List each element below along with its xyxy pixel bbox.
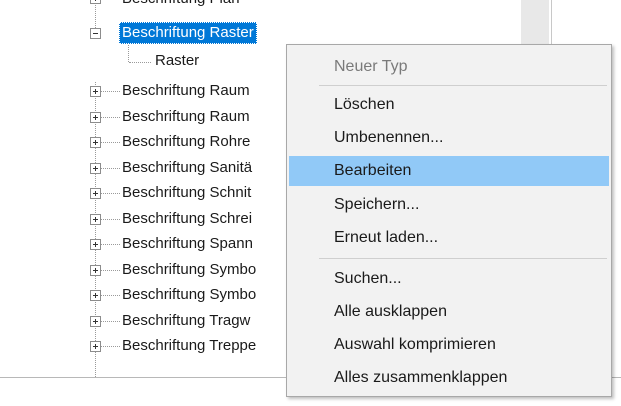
tree-connector [100,295,120,296]
menu-item-löschen[interactable]: Löschen [289,90,609,120]
menu-item-alle-ausklappen[interactable]: Alle ausklappen [289,297,609,327]
menu-item-neuer-typ[interactable]: Neuer Typ [289,52,609,82]
tree-item[interactable]: Beschriftung Raum [122,80,250,102]
menu-item-umbenennen[interactable]: Umbenennen... [289,123,609,153]
tree-connector [129,62,151,63]
tree-expander[interactable] [90,0,101,4]
tree-expand-toggle[interactable] [90,239,101,250]
tree-expand-toggle[interactable] [90,162,101,174]
tree-item[interactable]: Beschriftung Symbo [122,259,256,281]
tree-connector [100,116,120,118]
tree-expand-toggle[interactable] [90,137,101,148]
tree-item[interactable]: Beschriftung Sanitä [122,157,252,179]
context-menu: Neuer Typ Löschen Umbenennen... Bearbeiten S… [286,44,612,397]
tree-connector [100,142,120,143]
tree-connector [100,244,120,245]
menu-item-speichern[interactable]: Speichern... [289,190,609,220]
tree-connector [100,346,120,347]
menu-item-erneut-laden[interactable]: Erneut laden... [289,223,609,253]
tree-expand-toggle[interactable] [90,213,101,225]
tree-item-child[interactable]: Raster [155,50,199,72]
menu-separator [319,85,607,86]
tree-connector [100,167,120,169]
tree-item[interactable]: Beschriftung Schnit [122,182,251,204]
tree-item[interactable]: Beschriftung Schrei [122,208,252,230]
tree-connector [95,82,96,377]
tree-item-partial[interactable]: Beschriftung Plan [122,0,240,10]
tree-item[interactable]: Beschriftung Symbo [122,284,256,306]
tree-item[interactable]: Beschriftung Raum [122,106,250,128]
tree-expand-toggle[interactable] [90,264,101,276]
menu-item-bearbeiten[interactable]: Bearbeiten [289,156,609,186]
tree-item[interactable]: Beschriftung Rohre [122,131,250,153]
menu-separator [319,258,607,259]
tree-connector [100,91,120,92]
tree-item-selected[interactable]: Beschriftung Raster [119,22,257,44]
tree-connector [100,320,120,322]
tree-item[interactable]: Beschriftung Spann [122,233,253,255]
tree-connector [100,269,120,271]
menu-item-alles-zusammenklappen[interactable]: Alles zusammenklappen [289,363,609,393]
tree-connector [100,193,120,194]
tree-expand-toggle[interactable] [90,86,101,97]
menu-item-auswahl-komprimieren[interactable]: Auswahl komprimieren [289,330,609,360]
tree-expand-toggle[interactable] [90,188,101,199]
tree-item[interactable]: Beschriftung Treppe [122,335,256,357]
menu-item-suchen[interactable]: Suchen... [289,264,609,294]
tree-expand-toggle[interactable] [90,111,101,123]
tree-collapse-toggle[interactable] [90,28,101,39]
tree-expand-toggle[interactable] [90,290,101,301]
tree-expand-toggle[interactable] [90,315,101,327]
tree-expand-toggle[interactable] [90,341,101,352]
tree-connector [100,218,120,220]
tree-item[interactable]: Beschriftung Tragw [122,310,250,332]
